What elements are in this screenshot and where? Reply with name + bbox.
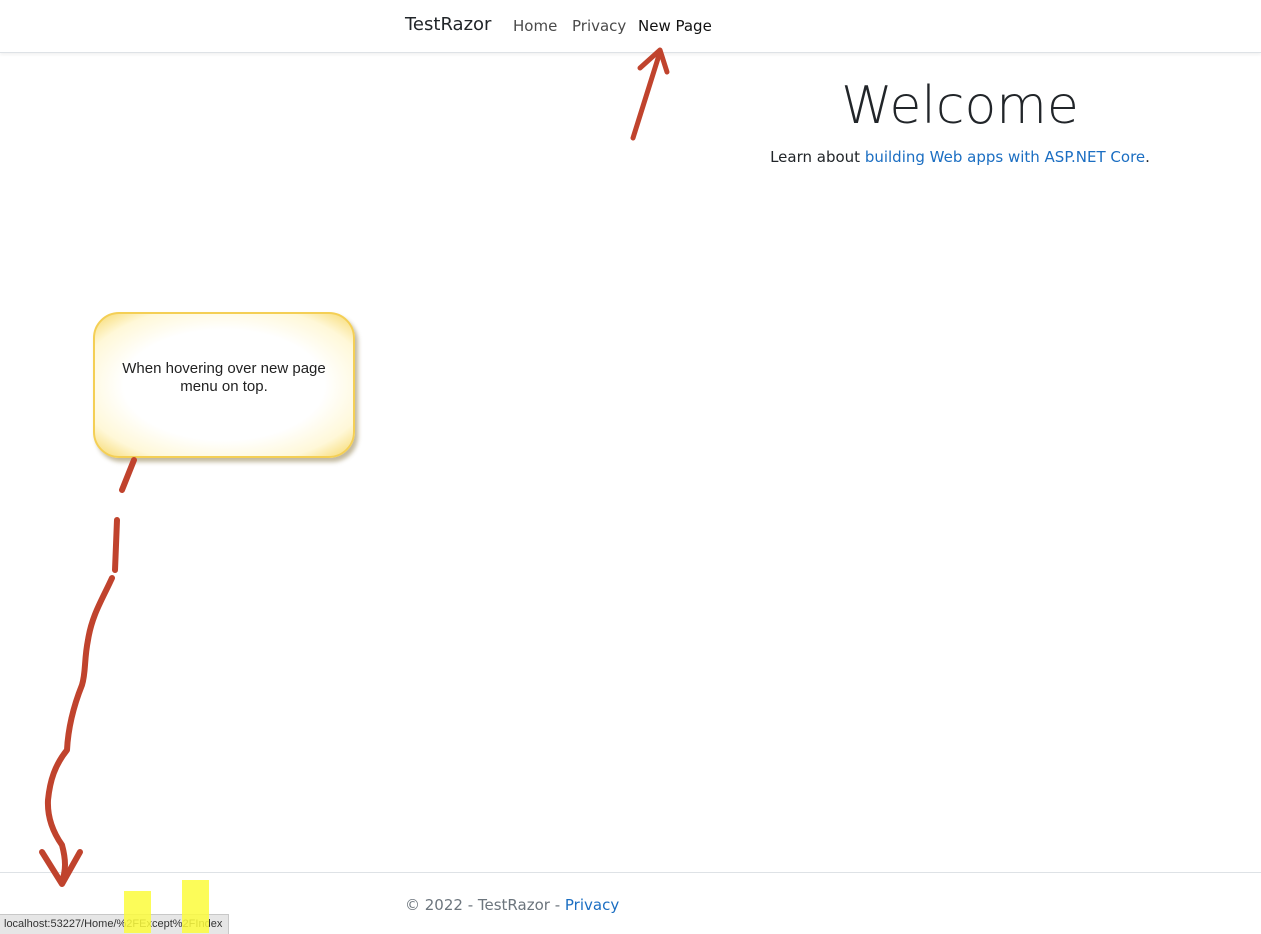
highlight-mark-1 bbox=[124, 891, 151, 933]
status-url-part: localhost:53227/Home/ bbox=[4, 918, 117, 930]
brand-link[interactable]: TestRazor bbox=[405, 14, 491, 35]
annotation-arrows bbox=[39, 47, 670, 887]
annotation-arrow-down bbox=[39, 457, 137, 887]
welcome-lead: Learn about building Web apps with ASP.N… bbox=[700, 148, 1220, 166]
footer-text: © 2022 - TestRazor - Privacy bbox=[405, 896, 619, 914]
footer-privacy-link[interactable]: Privacy bbox=[565, 896, 619, 914]
annotation-arrow-up bbox=[630, 47, 670, 141]
welcome-lead-suffix: . bbox=[1145, 148, 1150, 166]
footer-copyright: © 2022 - TestRazor - bbox=[405, 896, 565, 914]
top-navbar: TestRazor Home Privacy New Page bbox=[0, 0, 1261, 53]
nav-link-new-page[interactable]: New Page bbox=[638, 17, 712, 35]
page-title: Welcome bbox=[841, 76, 1079, 136]
annotation-callout-text: When hovering over new page menu on top. bbox=[122, 360, 326, 395]
nav-link-home[interactable]: Home bbox=[513, 17, 557, 35]
nav-link-privacy[interactable]: Privacy bbox=[572, 17, 626, 35]
highlight-mark-2 bbox=[182, 880, 209, 933]
welcome-lead-text: Learn about bbox=[770, 148, 865, 166]
aspnet-docs-link[interactable]: building Web apps with ASP.NET Core bbox=[865, 148, 1145, 166]
annotation-callout: When hovering over new page menu on top. bbox=[93, 312, 355, 458]
